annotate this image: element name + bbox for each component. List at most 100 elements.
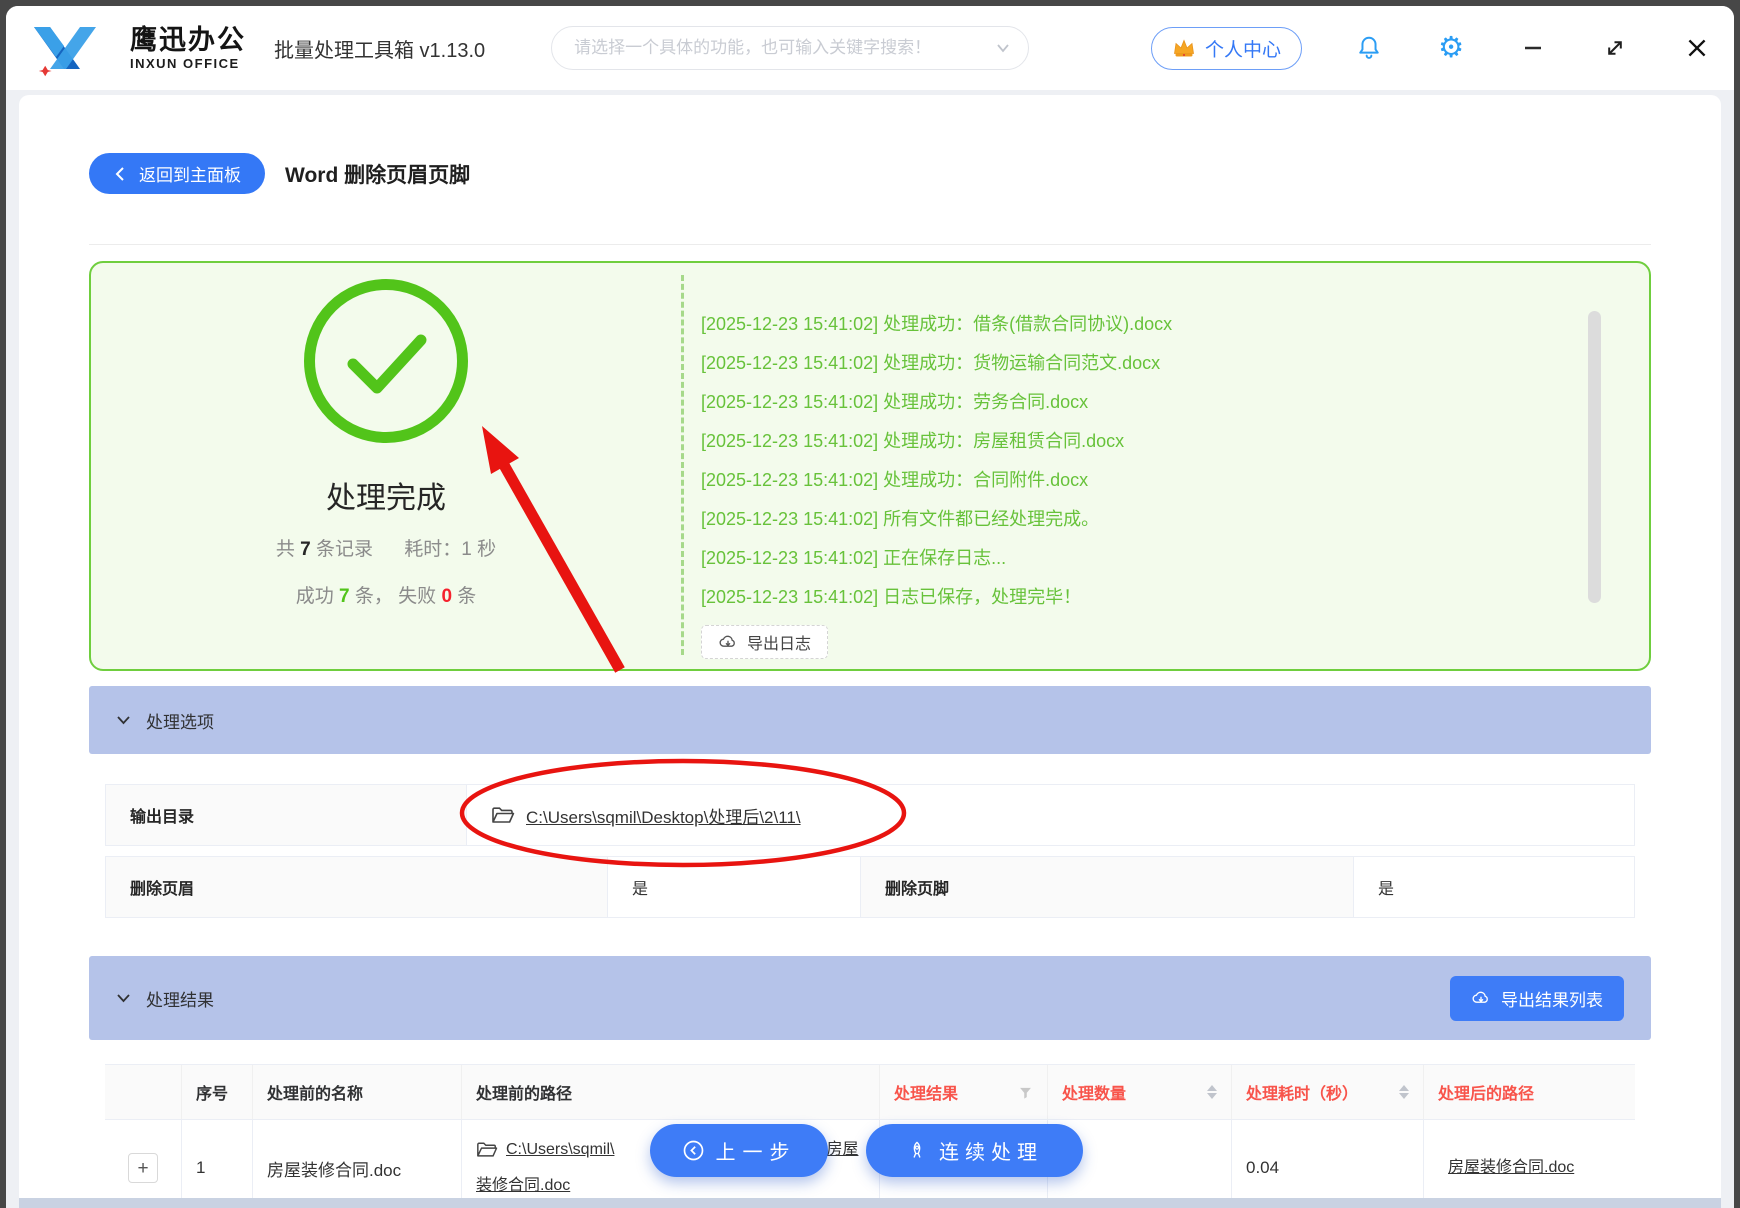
log-line: [2025-12-23 15:41:02] 处理成功：货物运输合同范文.docx	[701, 353, 1161, 373]
col-name-before: 处理前的名称	[253, 1065, 462, 1119]
personal-center-button[interactable]: 个人中心	[1150, 26, 1302, 70]
titlebar: 鹰迅办公 INXUN OFFICE 批量处理工具箱 v1.13.0 个人中心	[6, 6, 1734, 90]
folder-icon	[477, 1142, 498, 1157]
app-window: 鹰迅办公 INXUN OFFICE 批量处理工具箱 v1.13.0 个人中心	[6, 6, 1734, 1208]
brand-block: 鹰迅办公 INXUN OFFICE	[130, 24, 246, 71]
result-summary-panel: 处理完成 共 7 条记录 耗时：1 秒 成功 7 条， 失败 0 条 [2025…	[89, 261, 1651, 671]
content-card: 返回到主面板 Word 删除页眉页脚 处理完成 共 7 条记录 耗时：1 秒 成…	[19, 95, 1721, 1208]
chevron-left-icon	[115, 166, 124, 181]
elapsed-text: 耗时：1 秒	[404, 539, 497, 560]
log-line: [2025-12-23 15:41:02] 处理成功：借条(借款合同协议).do…	[701, 314, 1173, 334]
filter-icon[interactable]	[1018, 1085, 1033, 1100]
path-before-link-start[interactable]: C:\Users\sqmil\	[506, 1141, 614, 1158]
col-expand	[105, 1065, 182, 1119]
circle-chevron-left-icon	[683, 1140, 703, 1161]
duration-cell: 0.04	[1232, 1120, 1424, 1208]
personal-center-label: 个人中心	[1204, 39, 1281, 61]
fail-label: 失败	[398, 586, 437, 607]
folder-icon	[492, 807, 515, 823]
notifications-bell-icon[interactable]	[1354, 33, 1384, 63]
options-section-header[interactable]: 处理选项	[89, 686, 1651, 754]
page-title: Word 删除页眉页脚	[285, 163, 471, 187]
cloud-download-icon	[1472, 991, 1488, 1003]
chevron-down-icon	[997, 44, 1009, 53]
total-label: 共	[275, 539, 295, 560]
horizontal-scrollbar[interactable]	[19, 1198, 1721, 1208]
back-button-label: 返回到主面板	[139, 166, 241, 185]
sort-icon[interactable]	[1207, 1085, 1217, 1099]
log-line: [2025-12-23 15:41:02] 日志已保存，处理完毕！	[701, 587, 1082, 607]
app-title: 批量处理工具箱 v1.13.0	[274, 39, 486, 62]
total-count: 7	[300, 539, 311, 560]
desktop-background: 鹰迅办公 INXUN OFFICE 批量处理工具箱 v1.13.0 个人中心	[0, 0, 1740, 1208]
fail-unit: 条	[457, 586, 477, 607]
export-result-list-button[interactable]: 导出结果列表	[1450, 975, 1624, 1021]
success-check-icon	[304, 279, 468, 443]
export-result-list-label: 导出结果列表	[1501, 990, 1603, 1010]
brand-name: 鹰迅办公	[130, 24, 246, 55]
col-result-label: 处理结果	[894, 1086, 959, 1103]
app-logo-icon	[34, 27, 96, 77]
success-unit: 条，	[354, 586, 393, 607]
page-header: 返回到主面板 Word 删除页眉页脚	[89, 153, 1651, 245]
name-cell: 房屋装修合同.doc	[253, 1120, 462, 1208]
col-duration: 处理耗时（秒）	[1232, 1065, 1424, 1119]
export-log-button[interactable]: 导出日志	[701, 625, 829, 659]
chevron-down-icon	[117, 994, 130, 1003]
col-result: 处理结果	[880, 1065, 1048, 1119]
back-to-dashboard-button[interactable]: 返回到主面板	[89, 153, 265, 194]
fail-count: 0	[441, 586, 453, 607]
log-line: [2025-12-23 15:41:02] 处理成功：房屋租赁合同.docx	[701, 431, 1125, 451]
col-path-after: 处理后的路径	[1438, 1086, 1535, 1103]
result-success-fail-line: 成功 7 条， 失败 0 条	[296, 581, 477, 608]
col-count-label: 处理数量	[1062, 1086, 1127, 1103]
crown-icon	[1174, 39, 1194, 57]
path-after-link[interactable]: 房屋装修合同.doc	[1448, 1151, 1576, 1185]
continue-process-button[interactable]: 连续处理	[866, 1124, 1083, 1177]
close-button[interactable]	[1682, 33, 1712, 63]
output-directory-path[interactable]: C:\Users\sqmil\Desktop\处理后\2\11\	[526, 803, 801, 828]
results-table-header: 序号 处理前的名称 处理前的路径 处理结果 处理数量 处理耗时（秒） 处理后的路…	[105, 1064, 1635, 1120]
previous-step-label: 上一步	[715, 1142, 797, 1164]
process-log-list: [2025-12-23 15:41:02] 处理成功：借条(借款合同协议).do…	[681, 275, 1649, 659]
output-directory-label: 输出目录	[106, 785, 467, 845]
maximize-restore-button[interactable]	[1600, 33, 1630, 63]
continue-process-label: 连续处理	[939, 1142, 1043, 1164]
options-section-title: 处理选项	[146, 712, 214, 732]
export-log-label: 导出日志	[747, 636, 812, 653]
results-section-header[interactable]: 处理结果 导出结果列表	[89, 956, 1651, 1040]
log-line: [2025-12-23 15:41:02] 处理成功：合同附件.docx	[701, 470, 1089, 490]
sort-icon[interactable]	[1399, 1085, 1409, 1099]
col-index: 序号	[182, 1065, 253, 1119]
log-line: [2025-12-23 15:41:02] 处理成功：劳务合同.docx	[701, 392, 1089, 412]
output-directory-row: 输出目录 C:\Users\sqmil\Desktop\处理后\2\11\	[105, 784, 1635, 846]
expand-cell: +	[105, 1120, 182, 1208]
search-input[interactable]	[551, 26, 1030, 70]
minimize-button[interactable]	[1518, 33, 1548, 63]
brand-name-en: INXUN OFFICE	[130, 55, 240, 71]
col-count: 处理数量	[1048, 1065, 1232, 1119]
output-directory-link[interactable]: C:\Users\sqmil\Desktop\处理后\2\11\	[491, 803, 801, 828]
records-label: 条记录	[316, 539, 374, 560]
delete-header-label: 删除页眉	[106, 857, 608, 917]
index-cell: 1	[182, 1120, 253, 1208]
success-label: 成功	[295, 586, 334, 607]
settings-gear-icon[interactable]: ⚙	[1436, 33, 1466, 63]
function-search-select[interactable]	[551, 26, 1030, 70]
chevron-down-icon	[117, 716, 130, 725]
delete-options-row: 删除页眉 是 删除页脚 是	[105, 856, 1635, 918]
delete-footer-value: 是	[1378, 881, 1395, 898]
titlebar-controls: 个人中心 ⚙	[1150, 26, 1712, 70]
col-duration-label: 处理耗时（秒）	[1246, 1086, 1359, 1103]
result-status-text: 处理完成	[326, 482, 446, 515]
expand-row-button[interactable]: +	[128, 1153, 158, 1183]
log-scrollbar[interactable]	[1588, 311, 1601, 603]
success-count: 7	[338, 586, 350, 607]
previous-step-button[interactable]: 上一步	[650, 1124, 828, 1177]
main-area: 返回到主面板 Word 删除页眉页脚 处理完成 共 7 条记录 耗时：1 秒 成…	[6, 90, 1734, 1208]
output-directory-cell: C:\Users\sqmil\Desktop\处理后\2\11\	[467, 785, 1634, 845]
results-section-title: 处理结果	[146, 990, 214, 1010]
rocket-icon	[913, 1141, 921, 1158]
cloud-download-icon	[719, 635, 735, 647]
delete-footer-label: 删除页脚	[861, 857, 1354, 917]
